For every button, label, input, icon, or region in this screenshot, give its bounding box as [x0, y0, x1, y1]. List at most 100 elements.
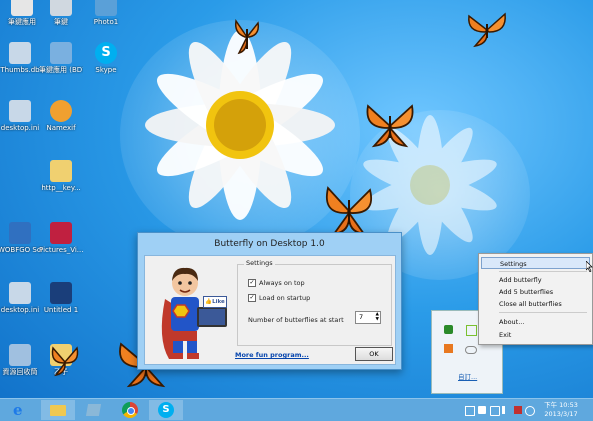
checkbox-box[interactable]: ✓ [248, 279, 256, 287]
always-on-top-label: Always on top [259, 279, 305, 287]
superhero-mascot-image [161, 267, 227, 359]
customize-link[interactable]: 自訂... [458, 371, 477, 381]
desktop-icon-label: Pictures_Vi... [39, 246, 83, 254]
ime-icon[interactable] [514, 406, 522, 414]
settings-group: Settings ✓ Always on top ✓ Load on startup… [237, 259, 392, 346]
desktop-icon[interactable]: Namexif [39, 100, 83, 133]
menu-item-add-5-butterflies[interactable]: Add 5 butterflies [481, 286, 590, 298]
butterflies-count-label: Number of butterflies at start [248, 316, 344, 324]
skype-icon: S [95, 42, 117, 64]
recycle-bin-icon [9, 344, 31, 366]
load-on-startup-label: Load on startup [259, 294, 311, 302]
desktop-icon[interactable]: 筆鍵應用 (BD7EA470) [39, 42, 83, 75]
desktop-icon[interactable]: 資源回收筒 [0, 344, 42, 377]
folder-icon [50, 160, 72, 182]
butterfly-icon[interactable] [465, 10, 509, 50]
desktop-background: 筆鍵應用 筆鍵 Photo1 Thumbs.db 筆鍵應用 (BD7EA470)… [0, 0, 593, 421]
ok-button[interactable]: OK [355, 347, 393, 361]
file-icon [11, 0, 33, 16]
keyboard-icon[interactable] [525, 406, 535, 416]
taskbar-clock[interactable]: 下午 10:53 2013/3/17 [536, 401, 586, 419]
taskbar-file-explorer[interactable] [41, 400, 75, 420]
desktop-icon-label: 筆鍵 [54, 18, 68, 26]
desktop-icon[interactable]: http__key... [39, 160, 83, 193]
desktop-icon-label: Skype [95, 66, 117, 74]
menu-item-add-butterfly[interactable]: Add butterfly [481, 274, 590, 286]
picture-icon [50, 222, 72, 244]
butterflies-count-spinner[interactable]: 7 ▲ ▼ [355, 311, 381, 324]
desktop-icon-label: 筆鍵應用 [8, 18, 36, 26]
menu-item-settings[interactable]: Settings [481, 257, 590, 269]
dialog-title: Butterfly on Desktop 1.0 [214, 239, 325, 249]
desktop-icon[interactable]: 筆鍵 [39, 0, 83, 27]
checkbox-box[interactable]: ✓ [248, 294, 256, 302]
butterfly-icon[interactable] [233, 15, 261, 59]
desktop-icon-label: 資源回收筒 [2, 368, 38, 376]
skype-icon: S [158, 402, 174, 418]
desktop-icon[interactable]: desktop.ini [0, 100, 42, 133]
menu-item-close-all-butterflies[interactable]: Close all butterflies [481, 298, 590, 310]
settings-legend: Settings [244, 259, 275, 267]
computer-icon [50, 42, 72, 64]
video-icon [50, 282, 72, 304]
taskbar-chrome[interactable] [113, 400, 147, 420]
load-on-startup-checkbox[interactable]: ✓ Load on startup [248, 294, 310, 302]
action-center-icon[interactable] [478, 406, 486, 414]
always-on-top-checkbox[interactable]: ✓ Always on top [248, 279, 305, 287]
daisy-wallpaper [145, 30, 335, 220]
tray-app-icon[interactable] [444, 325, 453, 334]
like-label: Like [212, 299, 225, 305]
folder-icon [50, 405, 66, 416]
desktop-icon[interactable]: WOBFGO Screenshag [0, 222, 42, 255]
butterfly-icon[interactable] [50, 345, 80, 379]
taskbar: e S 下午 10:53 2013/3/17 [0, 398, 593, 421]
desktop-icon[interactable]: Pictures_Vi... [39, 222, 83, 255]
desktop-icon-label: 筆鍵應用 (BD7EA470) [39, 66, 83, 74]
network-icon[interactable] [490, 406, 500, 416]
tray-app-icon[interactable] [444, 344, 453, 353]
desktop-icon[interactable]: Untitled 1 [39, 282, 83, 315]
gear-icon [50, 100, 72, 122]
menu-separator [499, 271, 587, 272]
app-icon [9, 222, 31, 244]
tray-app-icon[interactable] [466, 325, 477, 336]
taskbar-windows-store[interactable] [77, 400, 111, 420]
spinner-value[interactable]: 7 [356, 313, 363, 321]
clock-time: 下午 10:53 [544, 401, 578, 409]
internet-explorer-icon: e [13, 401, 23, 419]
menu-item-exit[interactable]: Exit [481, 329, 590, 341]
desktop-icon[interactable]: Thumbs.db [0, 42, 42, 75]
tray-context-menu: Settings Add butterfly Add 5 butterflies… [478, 253, 593, 345]
menu-item-about[interactable]: About... [481, 316, 590, 328]
more-fun-program-link[interactable]: More fun program... [235, 351, 309, 359]
butterflies-count-text: Number of butterflies at start [248, 316, 344, 324]
desktop-icon-label: Photo1 [93, 18, 119, 26]
show-hidden-icons-icon[interactable] [465, 406, 475, 416]
about-dialog: Butterfly on Desktop 1.0 👍Like Settings … [137, 232, 402, 370]
volume-icon[interactable] [502, 406, 509, 414]
desktop-icon[interactable]: desktop.ini [0, 282, 42, 315]
taskbar-internet-explorer[interactable]: e [5, 400, 39, 420]
dialog-body: 👍Like Settings ✓ Always on top ✓ Load on s… [144, 255, 396, 365]
desktop-icon[interactable]: Photo1 [84, 0, 128, 27]
file-icon [9, 42, 31, 64]
desktop-icon-label: desktop.ini [0, 306, 40, 314]
cloud-icon[interactable] [465, 346, 477, 354]
mouse-pointer-icon [586, 261, 593, 272]
spinner-arrows-icon[interactable]: ▲ ▼ [376, 312, 379, 322]
photo-icon [95, 0, 117, 16]
desktop-icon[interactable]: 筆鍵應用 [0, 0, 44, 27]
clock-date: 2013/3/17 [544, 410, 578, 418]
file-icon [9, 100, 31, 122]
desktop-icon[interactable]: S Skype [84, 42, 128, 75]
taskbar-skype[interactable]: S [149, 400, 183, 420]
file-icon [9, 282, 31, 304]
desktop-icon-label: Thumbs.db [0, 66, 40, 74]
desktop-icon-label: http__key... [41, 184, 81, 192]
desktop-icon-label: Namexif [46, 124, 76, 132]
menu-separator [499, 312, 587, 313]
chrome-icon-center [127, 407, 135, 415]
butterfly-icon[interactable] [364, 100, 416, 152]
file-icon [50, 0, 72, 16]
like-button[interactable]: 👍Like [203, 296, 227, 308]
